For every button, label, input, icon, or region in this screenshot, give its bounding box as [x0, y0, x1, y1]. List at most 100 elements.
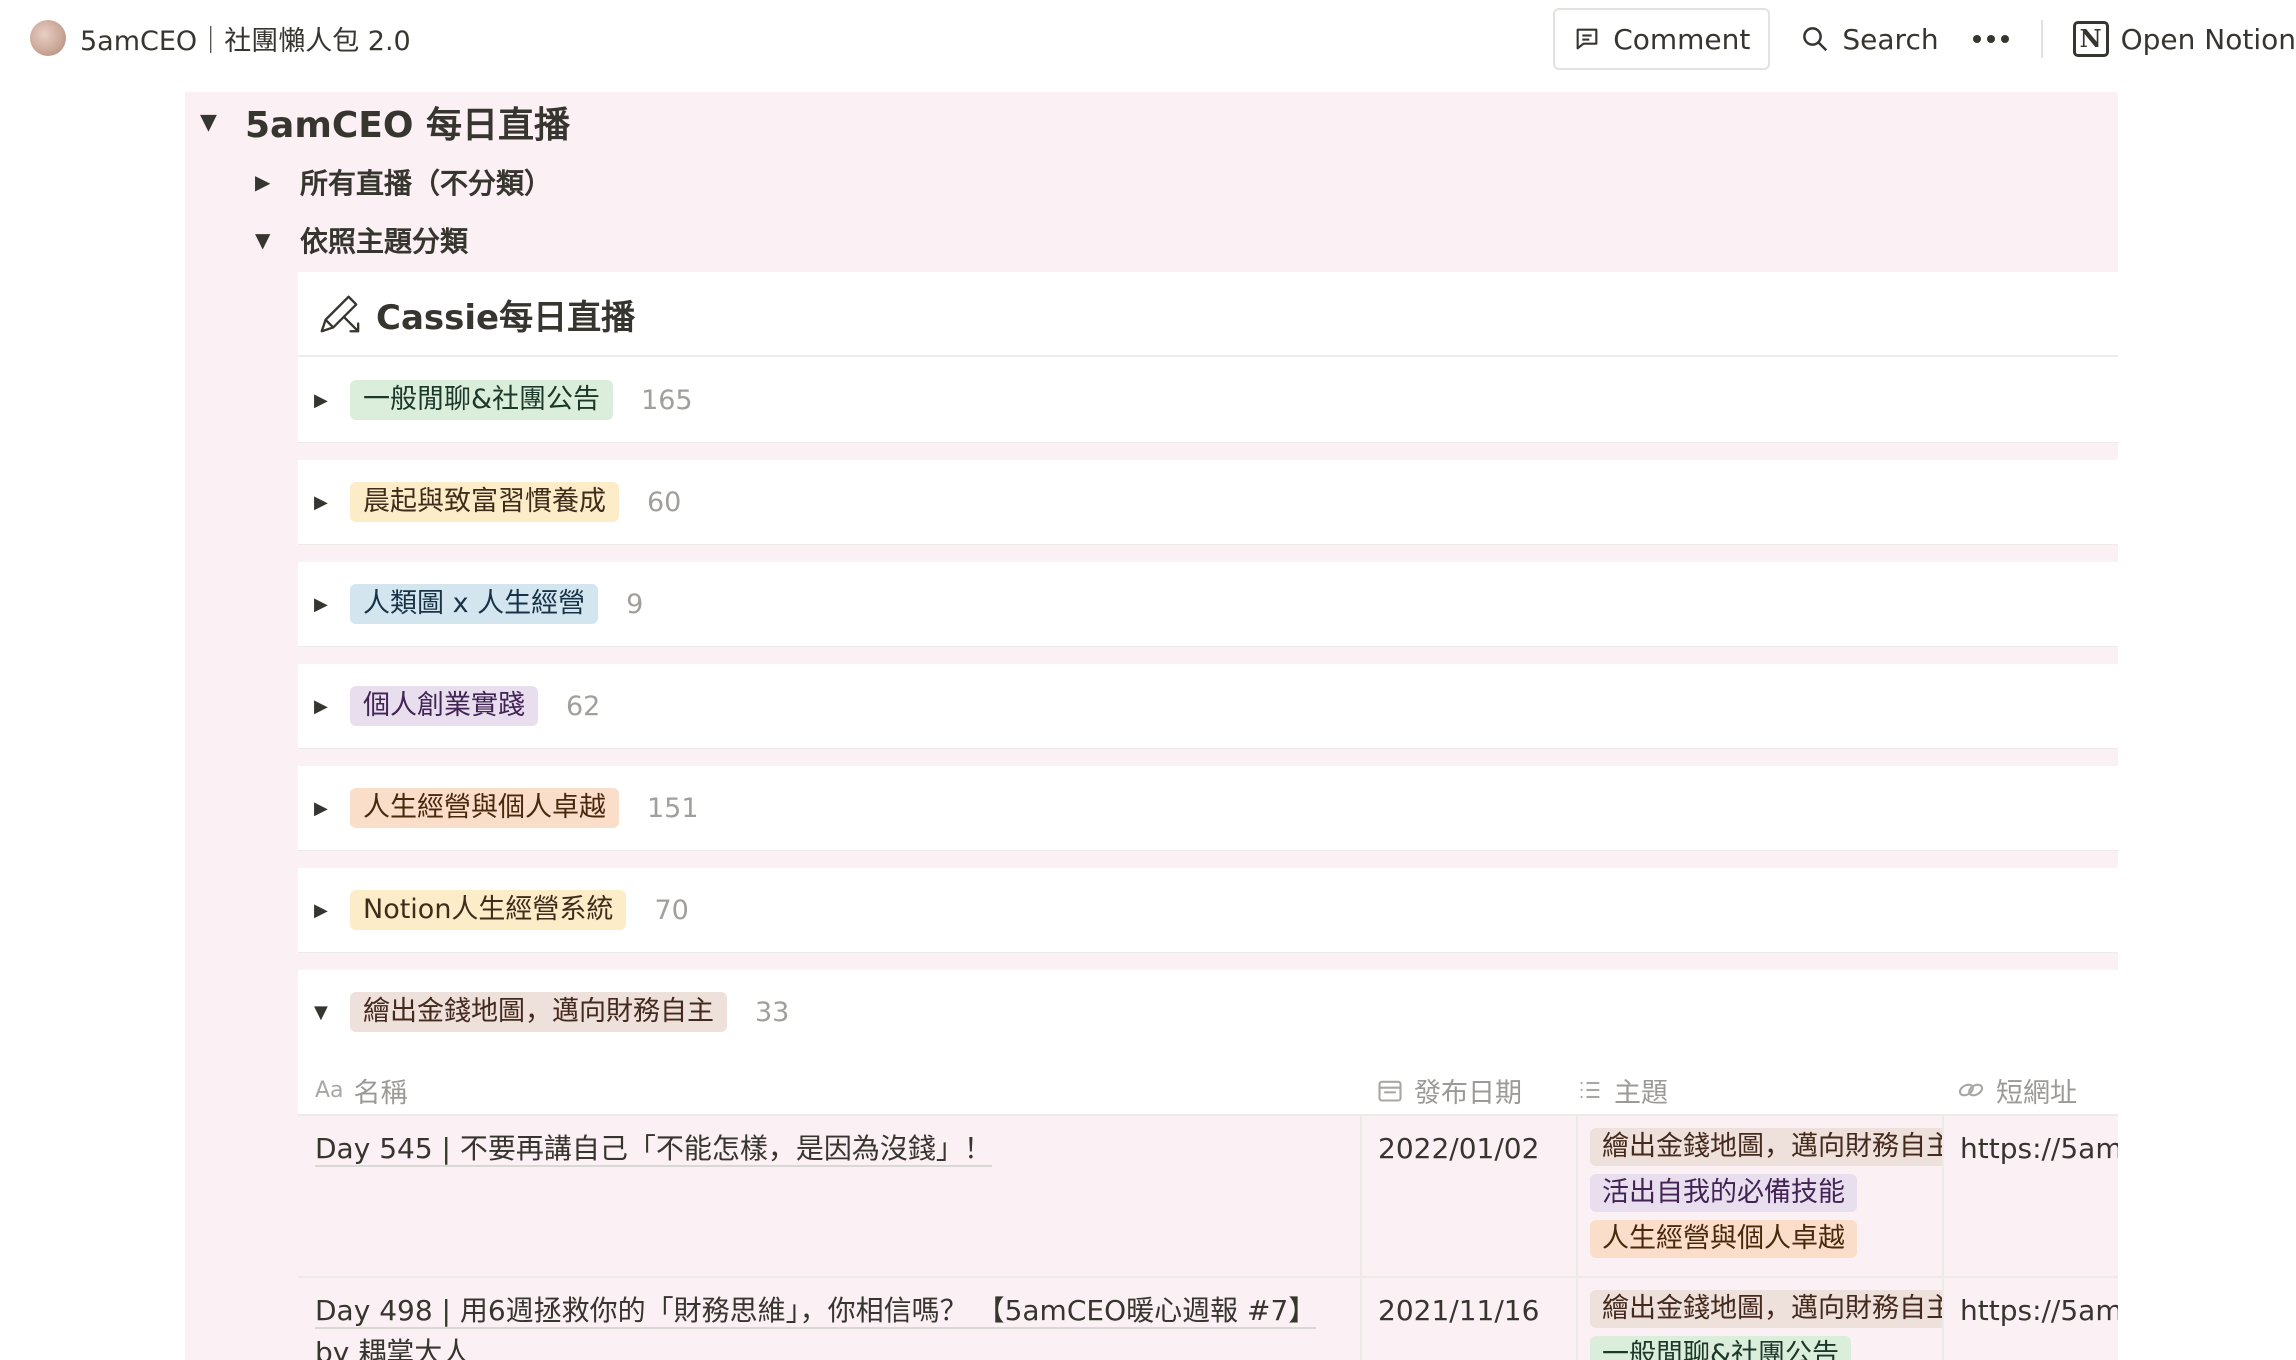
- group-header[interactable]: ▶ 一般閒聊&社團公告 165: [314, 378, 693, 422]
- cell-name[interactable]: Day 498 | 用6週拯救你的「財務思維」，你相信嗎？ 【5amCEO暖心週…: [298, 1278, 1362, 1360]
- group-separator: [298, 749, 2118, 766]
- group-separator: [298, 443, 2118, 460]
- row-date: 2022/01/02: [1378, 1132, 1540, 1165]
- more-options-button[interactable]: [1969, 35, 2013, 43]
- board-group: ▶ Notion人生經營系統 70: [298, 868, 2118, 970]
- pen-icon: [320, 295, 360, 333]
- divider: [298, 355, 2118, 357]
- comment-label: Comment: [1613, 22, 1751, 56]
- group-count: 165: [641, 384, 693, 416]
- row-title[interactable]: Day 545 | 不要再講自己「不能怎樣，是因為沒錢」！: [315, 1132, 992, 1167]
- link-icon: [1958, 1083, 1984, 1097]
- more-dot-icon: [2000, 35, 2009, 43]
- group-header[interactable]: ▶ 晨起與致富習慣養成 60: [314, 480, 681, 524]
- topic-tag: 一般閒聊&社團公告: [1590, 1336, 1852, 1360]
- column-label: 短網址: [1996, 1077, 2077, 1109]
- row-title[interactable]: Day 498 | 用6週拯救你的「財務思維」，你相信嗎？ 【5amCEO暖心週…: [315, 1294, 1317, 1360]
- table-row[interactable]: Day 545 | 不要再講自己「不能怎樣，是因為沒錢」！ 2022/01/02…: [298, 1116, 2118, 1278]
- group-separator: [298, 851, 2118, 868]
- list-icon: [1580, 1081, 1600, 1099]
- more-dot-icon: [1986, 35, 1995, 43]
- toggle-heading: 依照主題分類: [300, 225, 469, 258]
- search-button[interactable]: Search: [1800, 22, 1939, 56]
- database-title[interactable]: Cassie每日直播: [316, 286, 635, 342]
- group-header[interactable]: ▼ 繪出金錢地圖，邁向財務自主 33: [314, 990, 789, 1034]
- cell-topics[interactable]: 繪出金錢地圖，邁向財務自主 活出自我的必備技能 人生經營與個人卓越: [1578, 1116, 1944, 1276]
- group-collapsed-icon[interactable]: ▶: [314, 798, 350, 819]
- breadcrumb[interactable]: 5amCEO｜社團懶人包 2.0: [30, 18, 411, 58]
- group-count: 70: [654, 894, 689, 926]
- comment-button[interactable]: Comment: [1553, 8, 1771, 70]
- board-group: ▶ 個人創業實踐 62: [298, 664, 2118, 766]
- toggle-by-topic[interactable]: ▼ 依照主題分類: [255, 218, 468, 262]
- column-label: 主題: [1614, 1077, 1668, 1109]
- group-tag: 人生經營與個人卓越: [350, 788, 619, 828]
- column-label: 名稱: [353, 1077, 408, 1109]
- divider: [2040, 20, 2043, 58]
- text-property-icon: Aa: [315, 1077, 344, 1103]
- cell-topics[interactable]: 繪出金錢地圖，邁向財務自主 一般閒聊&社團公告: [1578, 1278, 1944, 1360]
- topic-tag: 繪出金錢地圖，邁向財務自主: [1590, 1128, 1942, 1166]
- group-tag: 晨起與致富習慣養成: [350, 482, 619, 522]
- group-header[interactable]: ▶ 人類圖 x 人生經營 9: [314, 582, 643, 626]
- group-tag: Notion人生經營系統: [350, 890, 627, 930]
- search-icon: [1803, 27, 1828, 52]
- search-label: Search: [1842, 22, 1939, 56]
- table-header: Aa 名稱 發布日期 主題 短網址: [298, 1064, 2118, 1116]
- column-header-url[interactable]: 短網址: [1956, 1064, 2077, 1116]
- linked-database: Cassie每日直播 ▶ 一般閒聊&社團公告 165 ▶ 晨起與致富習慣養成 6…: [298, 272, 2118, 1360]
- open-notion-button[interactable]: N Open Notion: [2072, 21, 2296, 57]
- database-title-text: Cassie每日直播: [376, 297, 636, 338]
- top-bar: 5amCEO｜社團懶人包 2.0 Comment Search N Open N…: [0, 0, 2296, 78]
- row-url[interactable]: https://5amceo: [1960, 1294, 2118, 1327]
- row-url[interactable]: https://5amceo: [1960, 1132, 2118, 1165]
- board-group: ▶ 人生經營與個人卓越 151: [298, 766, 2118, 868]
- group-header[interactable]: ▶ 個人創業實踐 62: [314, 684, 600, 728]
- toggle-closed-icon[interactable]: ▶: [255, 170, 295, 194]
- board-group-expanded: ▼ 繪出金錢地圖，邁向財務自主 33: [298, 970, 2118, 1064]
- cell-date[interactable]: 2022/01/02: [1362, 1116, 1578, 1276]
- group-count: 9: [626, 588, 644, 620]
- column-header-topic[interactable]: 主題: [1576, 1064, 1668, 1116]
- group-header[interactable]: ▶ Notion人生經營系統 70: [314, 888, 689, 932]
- group-collapsed-icon[interactable]: ▶: [314, 492, 350, 513]
- group-collapsed-icon[interactable]: ▶: [314, 390, 350, 411]
- cell-url[interactable]: https://5amceo: [1944, 1278, 2118, 1360]
- toggle-5amceo-daily-live[interactable]: ▼ 5amCEO 每日直播: [200, 96, 570, 148]
- cell-url[interactable]: https://5amceo: [1944, 1116, 2118, 1276]
- cell-date[interactable]: 2021/11/16: [1362, 1278, 1578, 1360]
- table-row[interactable]: Day 498 | 用6週拯救你的「財務思維」，你相信嗎？ 【5amCEO暖心週…: [298, 1278, 2118, 1360]
- group-tag: 個人創業實踐: [350, 686, 538, 726]
- group-separator: [298, 953, 2118, 970]
- cell-name[interactable]: Day 545 | 不要再講自己「不能怎樣，是因為沒錢」！: [298, 1116, 1362, 1276]
- group-count: 62: [566, 690, 601, 722]
- group-collapsed-icon[interactable]: ▶: [314, 594, 350, 615]
- comment-icon: [1576, 28, 1598, 50]
- group-expanded-icon[interactable]: ▼: [314, 1002, 350, 1023]
- group-separator: [298, 545, 2118, 562]
- toggle-all-lives[interactable]: ▶ 所有直播（不分類）: [255, 160, 552, 204]
- board-group: ▶ 一般閒聊&社團公告 165: [298, 358, 2118, 460]
- board-group: ▶ 人類圖 x 人生經營 9: [298, 562, 2118, 664]
- group-collapsed-icon[interactable]: ▶: [314, 696, 350, 717]
- page-icon: [30, 20, 66, 56]
- group-tag: 一般閒聊&社團公告: [350, 380, 614, 420]
- topic-tag: 活出自我的必備技能: [1590, 1174, 1857, 1212]
- notion-logo-icon: N: [2072, 21, 2109, 57]
- group-count: 33: [755, 996, 790, 1028]
- group-header[interactable]: ▶ 人生經營與個人卓越 151: [314, 786, 699, 830]
- row-date: 2021/11/16: [1378, 1294, 1540, 1327]
- group-count: 60: [647, 486, 682, 518]
- breadcrumb-title[interactable]: 5amCEO｜社團懶人包 2.0: [80, 19, 411, 58]
- column-header-date[interactable]: 發布日期: [1376, 1064, 1522, 1116]
- group-separator: [298, 647, 2118, 664]
- group-collapsed-icon[interactable]: ▶: [314, 900, 350, 921]
- toggle-open-icon[interactable]: ▼: [200, 110, 240, 135]
- toggle-open-icon[interactable]: ▼: [255, 228, 295, 252]
- column-label: 發布日期: [1414, 1077, 1522, 1109]
- topic-tag: 繪出金錢地圖，邁向財務自主: [1590, 1290, 1942, 1328]
- group-tag: 繪出金錢地圖，邁向財務自主: [350, 992, 727, 1032]
- column-header-name[interactable]: Aa 名稱: [315, 1064, 408, 1116]
- more-dot-icon: [1972, 35, 1981, 43]
- toggle-heading: 5amCEO 每日直播: [245, 105, 571, 146]
